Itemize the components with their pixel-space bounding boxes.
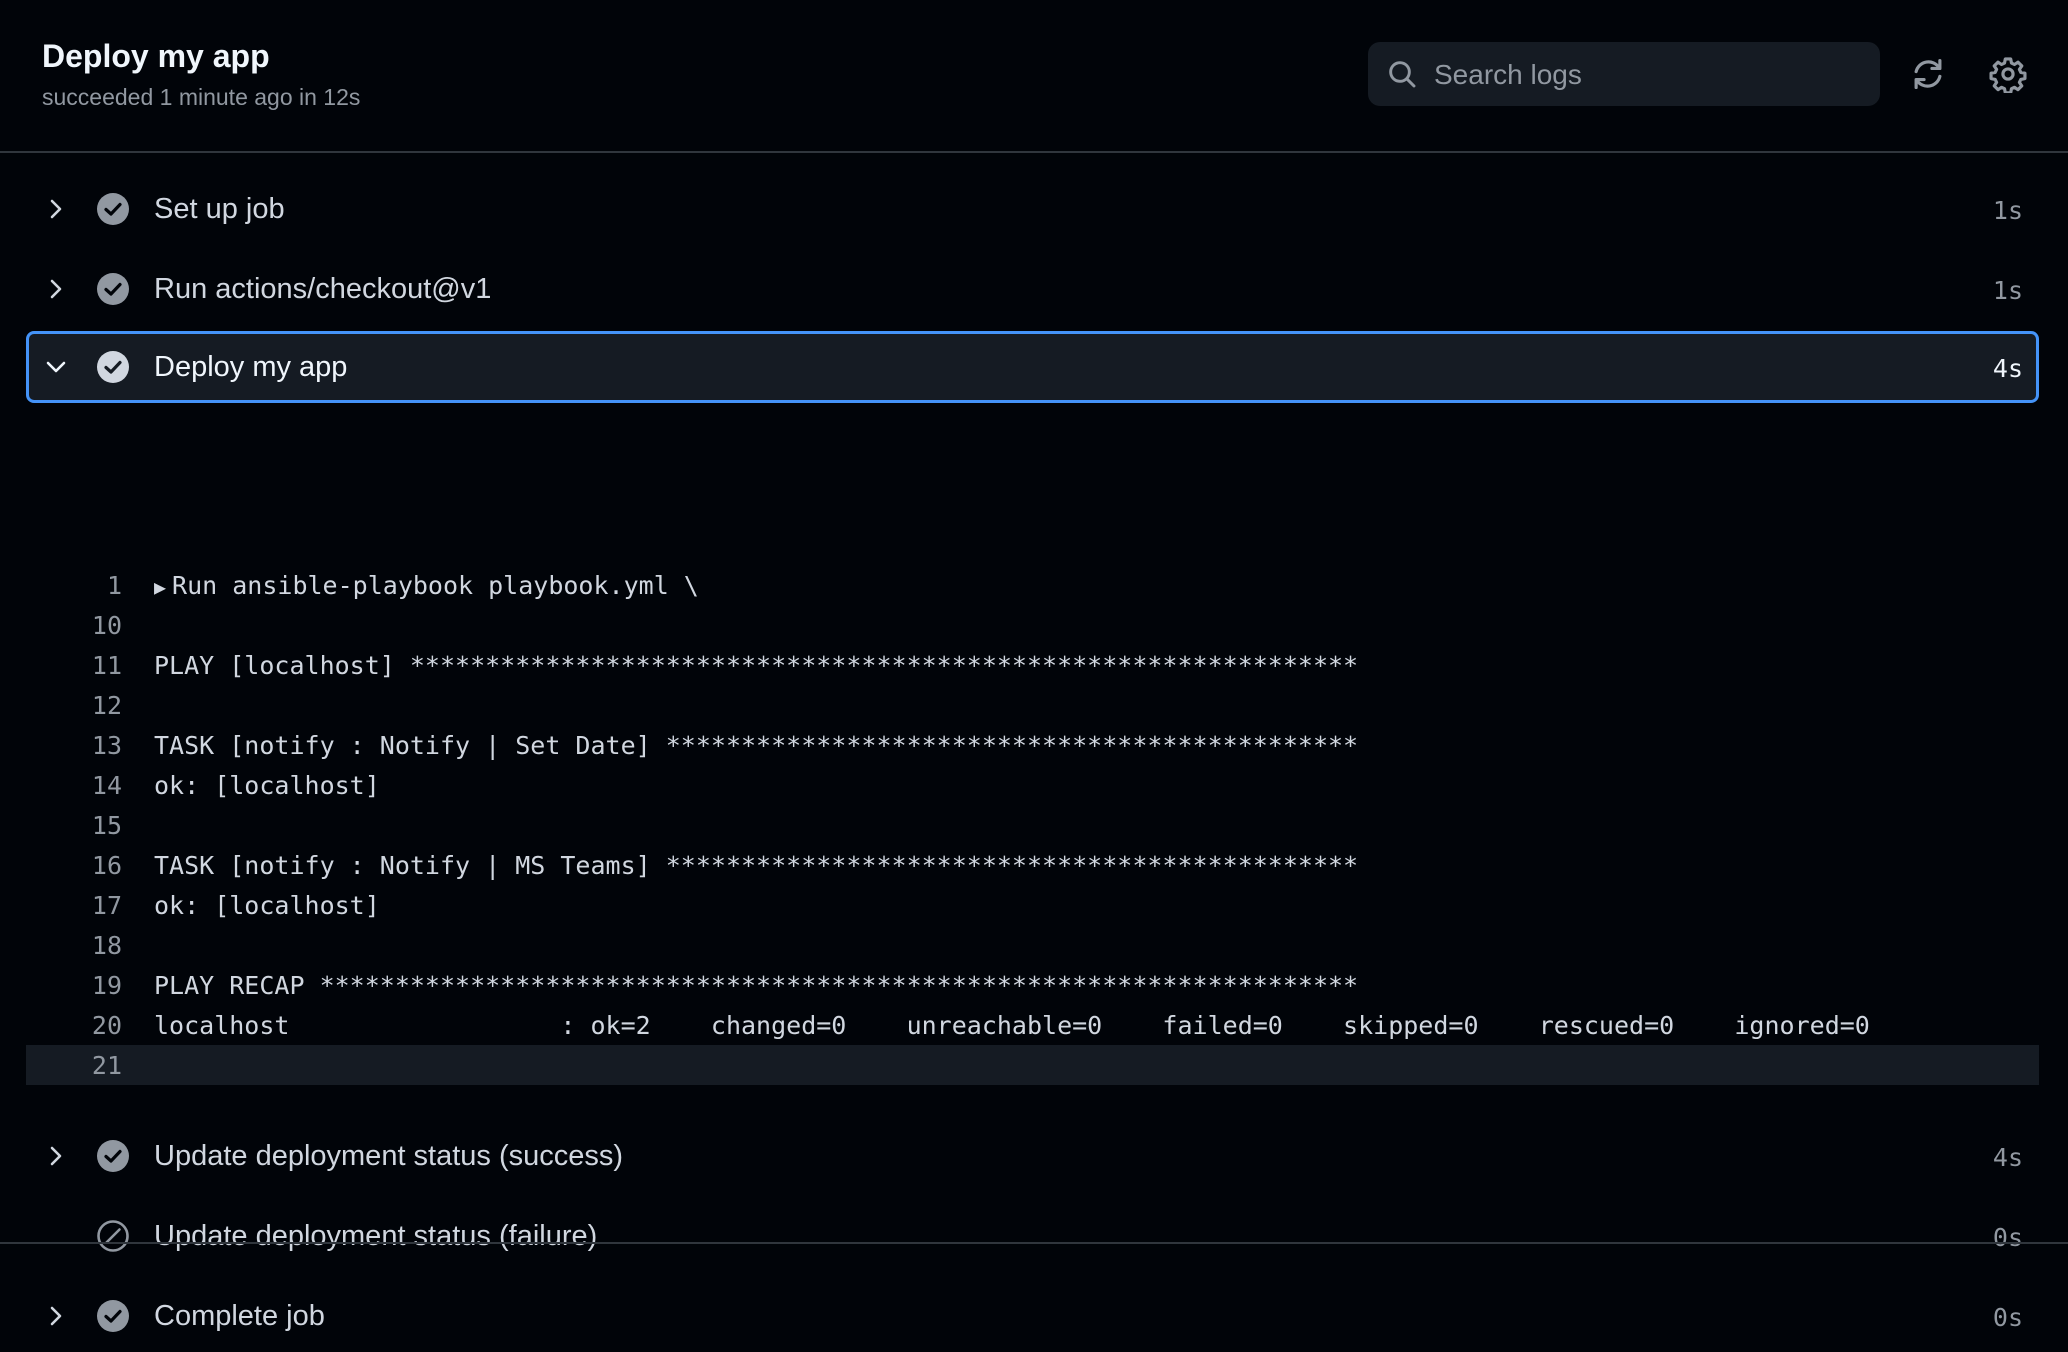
- bottom-divider: [0, 1242, 2068, 1244]
- step-label: Set up job: [154, 193, 285, 225]
- step-log-output: 1 ▶ Run ansible-playbook playbook.yml \ 1…: [26, 565, 2039, 1085]
- chevron-right-icon: [50, 1306, 62, 1326]
- step-label: Run actions/checkout@v1: [154, 273, 492, 305]
- chevron-right-icon: [50, 199, 62, 219]
- step-complete-job[interactable]: Complete job 0s: [26, 1280, 2039, 1352]
- line-number[interactable]: 12: [26, 691, 122, 720]
- expand-triangle-icon[interactable]: ▶: [154, 575, 166, 599]
- line-number[interactable]: 21: [26, 1051, 122, 1080]
- step-label: Complete job: [154, 1300, 325, 1332]
- log-text: ok: [localhost]: [154, 771, 380, 800]
- gear-icon[interactable]: [1989, 55, 2027, 93]
- log-line[interactable]: 19 PLAY RECAP ***************************…: [26, 965, 2039, 1005]
- log-text: Run ansible-playbook playbook.yml \: [172, 571, 699, 600]
- job-status-summary: succeeded 1 minute ago in 12s: [42, 84, 361, 110]
- step-duration: 0s: [1992, 1303, 2023, 1332]
- log-line[interactable]: 15: [26, 805, 2039, 845]
- log-line[interactable]: 12: [26, 685, 2039, 725]
- log-line[interactable]: 17 ok: [localhost]: [26, 885, 2039, 925]
- log-line[interactable]: 10: [26, 605, 2039, 645]
- log-line[interactable]: 1 ▶ Run ansible-playbook playbook.yml \: [26, 565, 2039, 605]
- chevron-right-icon: [50, 279, 62, 299]
- line-number[interactable]: 11: [26, 651, 122, 680]
- log-line[interactable]: 21: [26, 1045, 2039, 1085]
- refresh-icon[interactable]: [1909, 55, 1947, 93]
- search-icon: [1389, 61, 1416, 88]
- skipped-icon: [97, 1220, 129, 1252]
- log-line[interactable]: 16 TASK [notify : Notify | MS Teams] ****…: [26, 845, 2039, 885]
- step-duration: 0s: [1992, 1223, 2023, 1252]
- step-label: Deploy my app: [154, 351, 348, 383]
- check-circle-icon: [97, 193, 129, 225]
- check-circle-icon: [97, 273, 129, 305]
- step-set-up-job[interactable]: Set up job 1s: [26, 173, 2039, 245]
- line-number[interactable]: 15: [26, 811, 122, 840]
- line-number[interactable]: 16: [26, 851, 122, 880]
- line-number[interactable]: 20: [26, 1011, 122, 1040]
- job-header: Deploy my app succeeded 1 minute ago in …: [0, 0, 2068, 153]
- step-duration: 1s: [1992, 276, 2023, 305]
- log-text: ok: [localhost]: [154, 891, 380, 920]
- line-number[interactable]: 13: [26, 731, 122, 760]
- step-checkout[interactable]: Run actions/checkout@v1 1s: [26, 253, 2039, 325]
- step-deploy-my-app[interactable]: Deploy my app 4s: [26, 331, 2039, 403]
- step-update-status-success[interactable]: Update deployment status (success) 4s: [26, 1120, 2039, 1192]
- log-text: TASK [notify : Notify | MS Teams] ******…: [154, 851, 1359, 880]
- job-title: Deploy my app: [42, 38, 270, 74]
- log-line[interactable]: 11 PLAY [localhost] *********************…: [26, 645, 2039, 685]
- line-number[interactable]: 10: [26, 611, 122, 640]
- check-circle-icon: [97, 351, 129, 383]
- search-logs-input[interactable]: [1432, 50, 1866, 100]
- log-text: PLAY RECAP *****************************…: [154, 971, 1359, 1000]
- line-number[interactable]: 18: [26, 931, 122, 960]
- log-text: TASK [notify : Notify | Set Date] ******…: [154, 731, 1359, 760]
- log-line[interactable]: 20 localhost : ok=2 changed=0 unreachable…: [26, 1005, 2039, 1045]
- line-number[interactable]: 1: [26, 571, 122, 600]
- step-label: Update deployment status (failure): [154, 1220, 598, 1252]
- log-line[interactable]: 18: [26, 925, 2039, 965]
- log-line[interactable]: 13 TASK [notify : Notify | Set Date] ****…: [26, 725, 2039, 765]
- step-update-status-failure[interactable]: Update deployment status (failure) 0s: [26, 1200, 2039, 1272]
- step-duration: 1s: [1992, 196, 2023, 225]
- log-text: PLAY [localhost] ***********************…: [154, 651, 1359, 680]
- check-circle-icon: [97, 1140, 129, 1172]
- chevron-down-icon: [46, 361, 66, 373]
- log-text: localhost : ok=2 changed=0 unreachable=0…: [154, 1011, 1870, 1040]
- chevron-right-icon: [50, 1146, 62, 1166]
- line-number[interactable]: 19: [26, 971, 122, 1000]
- search-logs-box[interactable]: [1368, 42, 1880, 106]
- step-label: Update deployment status (success): [154, 1140, 624, 1172]
- log-line[interactable]: 14 ok: [localhost]: [26, 765, 2039, 805]
- line-number[interactable]: 14: [26, 771, 122, 800]
- step-duration: 4s: [1992, 1143, 2023, 1172]
- step-duration: 4s: [1992, 354, 2023, 383]
- check-circle-icon: [97, 1300, 129, 1332]
- line-number[interactable]: 17: [26, 891, 122, 920]
